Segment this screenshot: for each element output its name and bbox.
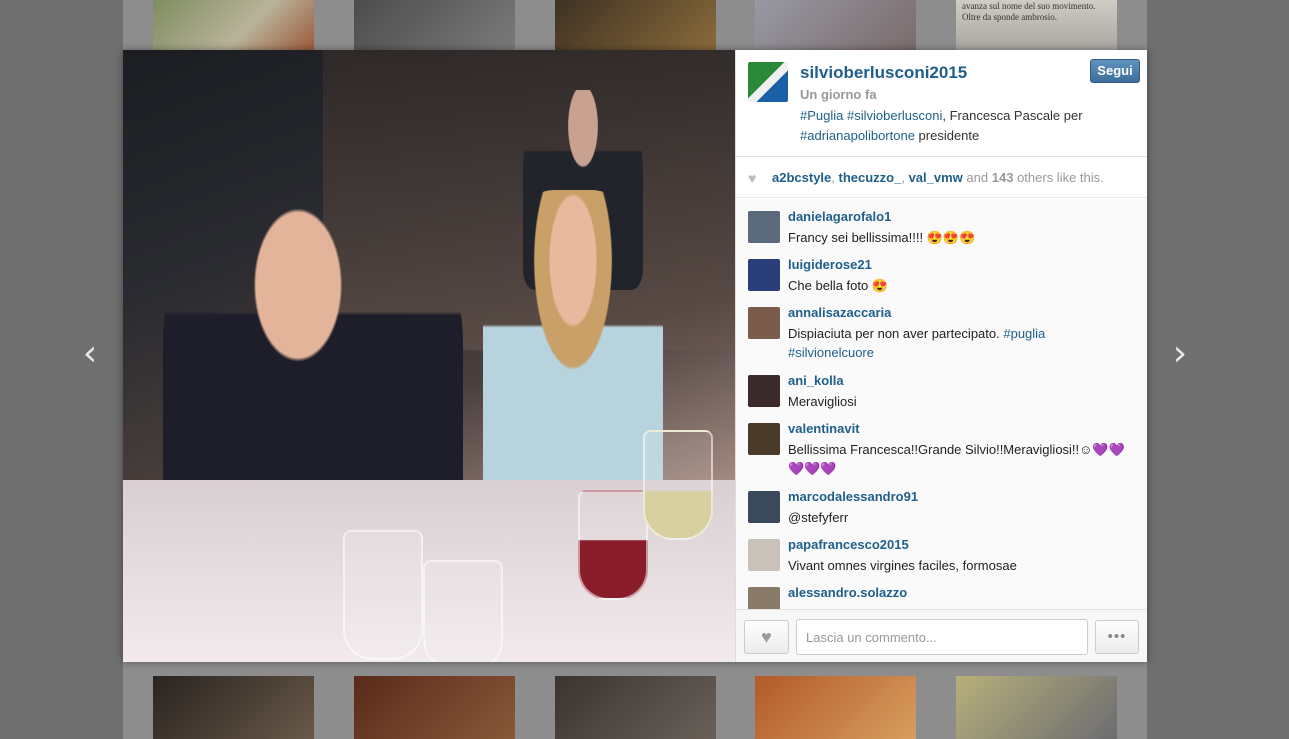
- follow-button[interactable]: Segui: [1090, 59, 1140, 83]
- commenter-avatar[interactable]: [748, 259, 780, 291]
- grid-thumbnail[interactable]: [956, 676, 1117, 739]
- comment-footer: ♥ •••: [736, 609, 1147, 662]
- hashtag-link[interactable]: #Puglia: [800, 108, 843, 123]
- post-sidebar: silvioberlusconi2015 Segui Un giorno fa …: [735, 50, 1147, 662]
- photo-person: [483, 190, 663, 510]
- grid-thumbnail[interactable]: [153, 676, 314, 739]
- grid-thumbnail[interactable]: [153, 0, 314, 50]
- comment-text: Bellissima Francesca!!Grande Silvio!!Mer…: [788, 442, 1125, 476]
- likes-text: a2bcstyle, thecuzzo_, val_vmw and 143 ot…: [772, 170, 1104, 185]
- post-photo[interactable]: [123, 50, 735, 662]
- hashtag-link[interactable]: #adrianapolibortone: [800, 128, 915, 143]
- commenter-username[interactable]: ani_kolla: [788, 373, 844, 388]
- commenter-avatar[interactable]: [748, 375, 780, 407]
- grid-thumbnail[interactable]: [755, 676, 916, 739]
- commenter-avatar[interactable]: [748, 539, 780, 571]
- likes-suffix: others like this.: [1017, 170, 1104, 185]
- commenter-username[interactable]: marcodalessandro91: [788, 489, 918, 504]
- grid-thumbnail[interactable]: Berlusconi che guida della Regione, avan…: [956, 0, 1117, 50]
- commenter-avatar[interactable]: [748, 587, 780, 609]
- commenter-username[interactable]: luigiderose21: [788, 257, 872, 272]
- comment-text: Dispiaciuta per non aver partecipato. #p…: [788, 324, 1138, 362]
- photo-glass: [343, 530, 423, 660]
- post-modal: silvioberlusconi2015 Segui Un giorno fa …: [123, 50, 1147, 662]
- like-button[interactable]: ♥: [744, 620, 789, 654]
- commenter-username[interactable]: papafrancesco2015: [788, 537, 909, 552]
- likes-count[interactable]: 143: [992, 170, 1014, 185]
- post-caption: #Puglia #silvioberlusconi, Francesca Pas…: [800, 106, 1140, 146]
- photo-glass: [643, 430, 713, 540]
- comments-list[interactable]: danielagarofalo1 Francy sei bellissima!!…: [736, 199, 1147, 609]
- commenter-avatar[interactable]: [748, 211, 780, 243]
- hashtag-link[interactable]: #puglia: [1003, 326, 1045, 341]
- previous-arrow-icon[interactable]: ‹: [76, 336, 104, 372]
- photo-glass: [423, 560, 503, 662]
- post-header: silvioberlusconi2015 Segui Un giorno fa …: [736, 50, 1147, 157]
- comment-input[interactable]: [796, 619, 1088, 655]
- comment-text: Meravigliosi: [788, 394, 857, 409]
- likes-bar: ♥ a2bcstyle, thecuzzo_, val_vmw and 143 …: [736, 157, 1147, 198]
- likes-and: and: [966, 170, 989, 185]
- commenter-avatar[interactable]: [748, 307, 780, 339]
- commenter-avatar[interactable]: [748, 423, 780, 455]
- caption-text: , Francesca Pascale per: [942, 108, 1083, 123]
- grid-thumbnail[interactable]: [354, 0, 515, 50]
- commenter-avatar[interactable]: [748, 491, 780, 523]
- commenter-username[interactable]: annalisazaccaria: [788, 305, 891, 320]
- grid-thumbnail[interactable]: [354, 676, 515, 739]
- comment-body: Dispiaciuta per non aver partecipato.: [788, 326, 1004, 341]
- comment-text[interactable]: @stefyferr: [788, 508, 1138, 527]
- post-timestamp: Un giorno fa: [800, 87, 877, 102]
- more-options-button[interactable]: •••: [1095, 620, 1139, 654]
- commenter-username[interactable]: alessandro.solazzo: [788, 585, 907, 600]
- owner-username[interactable]: silvioberlusconi2015: [800, 63, 967, 83]
- grid-thumbnail[interactable]: [555, 676, 716, 739]
- hashtag-link[interactable]: #silvioberlusconi: [847, 108, 942, 123]
- liker-username[interactable]: a2bcstyle: [772, 170, 831, 185]
- commenter-username[interactable]: valentinavit: [788, 421, 860, 436]
- next-arrow-icon[interactable]: ›: [1166, 336, 1194, 372]
- hashtag-link[interactable]: #silvionelcuore: [788, 345, 874, 360]
- liker-username[interactable]: thecuzzo_: [839, 170, 902, 185]
- commenter-username[interactable]: danielagarofalo1: [788, 209, 891, 224]
- comment-text: Francy sei bellissima!!!! 😍😍😍: [788, 230, 976, 245]
- heart-icon: ♥: [748, 170, 757, 186]
- grid-thumbnail[interactable]: [755, 0, 916, 50]
- caption-text: presidente: [914, 128, 980, 143]
- thumbnail-news-text: Berlusconi che guida della Regione, avan…: [962, 1, 1096, 22]
- comment-text: Vivant omnes virgines faciles, formosae: [788, 558, 1017, 573]
- grid-thumbnail[interactable]: [555, 0, 716, 50]
- comment-text: Che bella foto 😍: [788, 278, 889, 293]
- photo-glass: [578, 490, 648, 600]
- liker-username[interactable]: val_vmw: [909, 170, 963, 185]
- owner-avatar[interactable]: [748, 62, 788, 102]
